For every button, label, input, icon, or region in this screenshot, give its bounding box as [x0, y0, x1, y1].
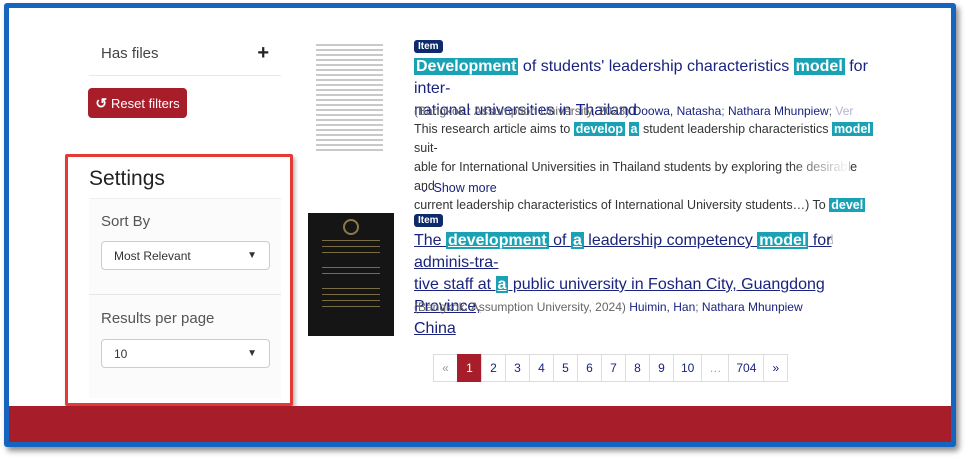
text-fade	[789, 156, 849, 178]
has-files-filter[interactable]: Has files +	[89, 32, 281, 76]
result-thumbnail[interactable]	[308, 213, 394, 336]
page-link[interactable]: 2	[481, 354, 506, 382]
result-meta: (Bangkok: Assumption University, 2024) H…	[414, 300, 803, 314]
result-title[interactable]: The development of a leadership competen…	[414, 230, 876, 340]
page-link[interactable]: 5	[553, 354, 578, 382]
show-more-link[interactable]: ⌄ Show more	[419, 180, 497, 196]
author-link[interactable]: Ver	[835, 104, 853, 118]
undo-icon: ↺	[95, 94, 108, 111]
page-link[interactable]: 704	[728, 354, 765, 382]
page-link[interactable]: 9	[649, 354, 674, 382]
university-seal-icon	[343, 219, 359, 235]
page-link[interactable]: 10	[673, 354, 703, 382]
pagination: « 1 2 3 4 5 6 7 8 9 10 … 704 »	[433, 354, 789, 382]
item-type-badge: Item	[414, 40, 443, 53]
item-type-badge: Item	[414, 214, 443, 227]
page-link[interactable]: 6	[577, 354, 602, 382]
screenshot-frame: Has files + ↺ Reset filters Settings Sor…	[4, 3, 956, 447]
has-files-label: Has files	[101, 45, 159, 62]
chevron-down-icon: ⌄	[419, 181, 430, 195]
pagination-prev[interactable]: «	[433, 354, 458, 382]
hand-cursor-icon: ☝	[826, 232, 834, 247]
result-meta: (Bangkok : Assumption University, 2023) …	[414, 104, 854, 118]
pagination-next[interactable]: »	[763, 354, 789, 382]
author-link[interactable]: Nathara Mhunpiew	[702, 300, 803, 314]
expand-plus-icon[interactable]: +	[257, 42, 269, 65]
author-link[interactable]: Doowa, Natasha	[633, 104, 722, 118]
reset-filters-button[interactable]: ↺ Reset filters	[88, 88, 187, 118]
pagination-ellipsis: …	[701, 354, 730, 382]
page-link[interactable]: 4	[529, 354, 554, 382]
page-link[interactable]: 7	[601, 354, 626, 382]
page-link[interactable]: 8	[625, 354, 650, 382]
page-link[interactable]: 1	[457, 354, 482, 382]
author-link[interactable]: Huimin, Han	[629, 300, 695, 314]
result-thumbnail[interactable]	[312, 40, 387, 155]
settings-highlight-box	[65, 154, 293, 406]
page-link[interactable]: 3	[505, 354, 530, 382]
footer-band	[9, 406, 951, 442]
reset-filters-label: Reset filters	[111, 95, 180, 111]
author-link[interactable]: Nathara Mhunpiew	[728, 104, 829, 118]
